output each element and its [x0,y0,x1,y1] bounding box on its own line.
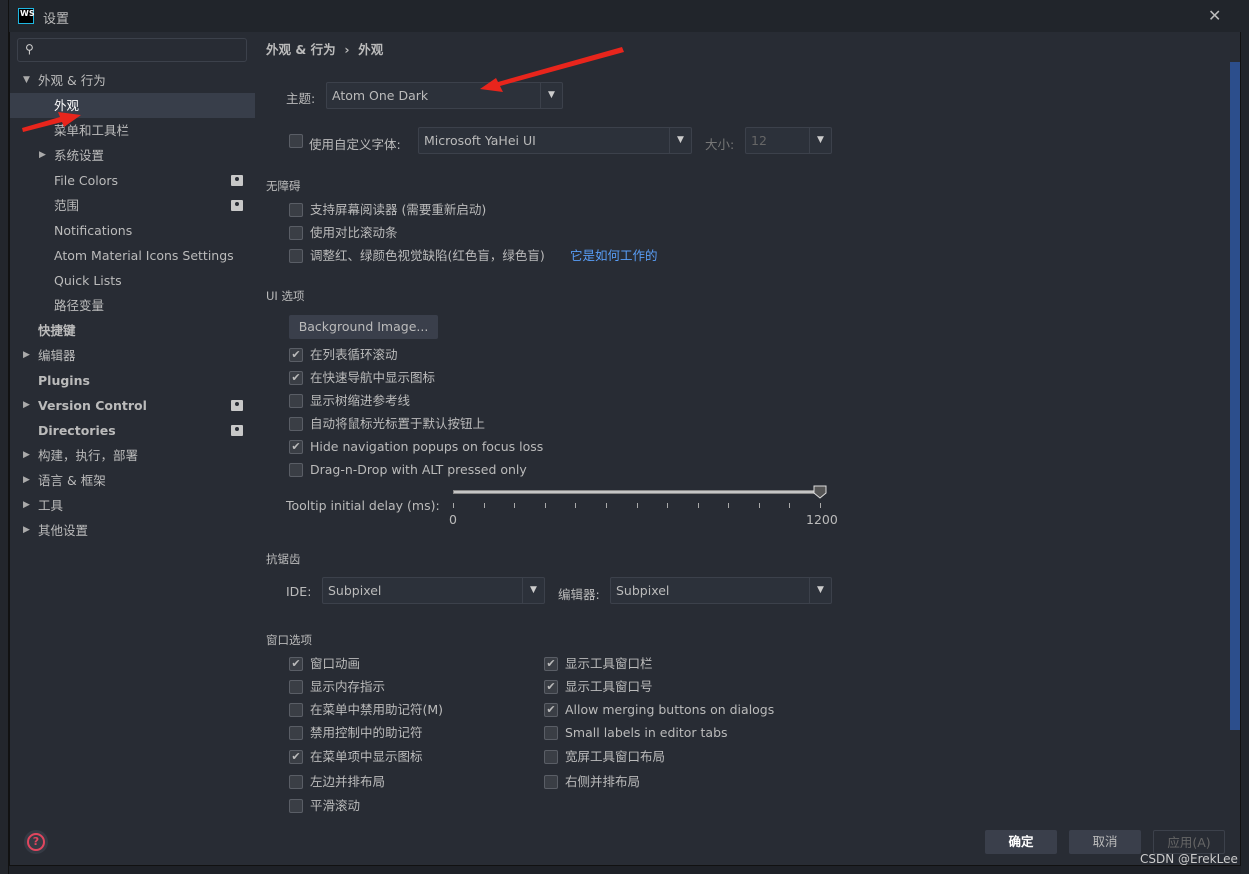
annotation-arrow-theme [480,47,624,92]
annotation-arrows [22,47,624,132]
annotation-arrow-sidebar [22,112,81,132]
